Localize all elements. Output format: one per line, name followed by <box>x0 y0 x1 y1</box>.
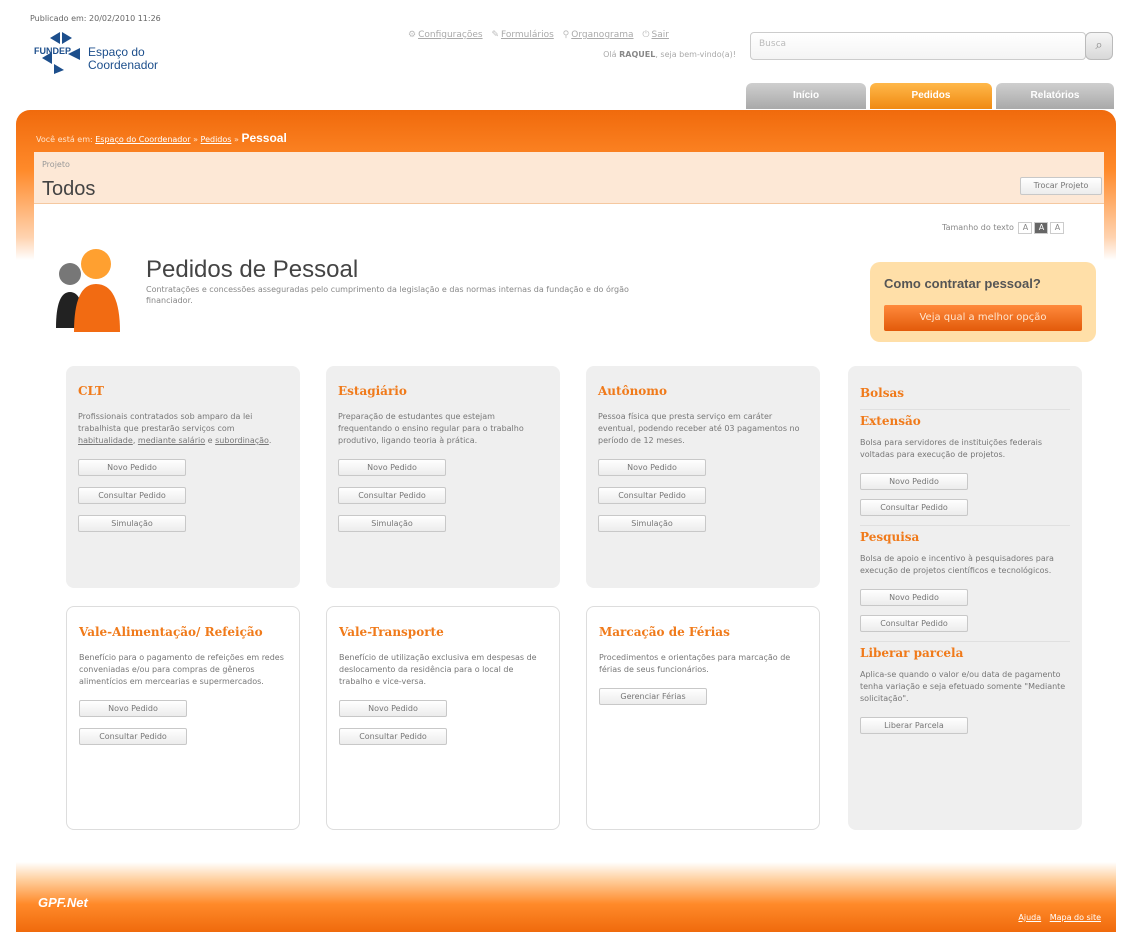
breadcrumb: Você está em: Espaço do Coordenador » Pe… <box>36 131 287 145</box>
card-vale-transporte: Vale-Transporte Benefício de utilização … <box>326 606 560 830</box>
logo-brand: FUNDEP <box>34 46 71 56</box>
link-mediante-salario[interactable]: mediante salário <box>138 436 205 445</box>
card-title: Estagiário <box>338 384 407 398</box>
footer <box>16 862 1116 932</box>
config-link[interactable]: Configurações <box>418 30 482 40</box>
simulation-button[interactable]: Simulação <box>598 515 706 532</box>
card-title: Vale-Transporte <box>339 625 444 639</box>
consult-request-button[interactable]: Consultar Pedido <box>338 487 446 504</box>
footer-links: Ajuda Mapa do site <box>1012 913 1101 922</box>
forms-link[interactable]: Formulários <box>501 30 554 40</box>
section-title: Extensão <box>860 414 921 428</box>
logo-title: Espaço do Coordenador <box>88 45 159 72</box>
simulation-button[interactable]: Simulação <box>78 515 186 532</box>
org-icon: ⚲ <box>562 30 570 40</box>
section-description: Bolsa para servidores de instituições fe… <box>860 438 1043 459</box>
consult-request-button[interactable]: Consultar Pedido <box>860 499 968 516</box>
new-request-button[interactable]: Novo Pedido <box>79 700 187 717</box>
card-marcacao-ferias: Marcação de Férias Procedimentos e orien… <box>586 606 820 830</box>
exit-link[interactable]: Sair <box>652 30 669 40</box>
section-description: Bolsa de apoio e incentivo à pesquisador… <box>860 554 1054 575</box>
breadcrumb-link-pedidos[interactable]: Pedidos <box>201 135 232 144</box>
new-request-button[interactable]: Novo Pedido <box>78 459 186 476</box>
consult-request-button[interactable]: Consultar Pedido <box>79 728 187 745</box>
card-bolsas: Bolsas Extensão Bolsa para servidores de… <box>848 366 1082 830</box>
card-autonomo: Autônomo Pessoa física que presta serviç… <box>586 366 820 588</box>
section-title: Pesquisa <box>860 530 920 544</box>
release-installment-button[interactable]: Liberar Parcela <box>860 717 968 734</box>
section-title: Liberar parcela <box>860 646 964 660</box>
published-date: Publicado em: 20/02/2010 11:26 <box>30 14 161 23</box>
text-size-small[interactable]: A <box>1018 222 1033 234</box>
top-navigation: ⚙ Configurações ✎ Formulários ⚲ Organograma… <box>408 30 748 40</box>
card-description: Preparação de estudantes que estejam fre… <box>338 412 524 445</box>
user-greeting: Olá RAQUEL, seja bem-vindo(a)! <box>603 50 736 59</box>
search-icon: ⌕ <box>1095 38 1103 53</box>
text-size-large[interactable]: A <box>1050 222 1065 234</box>
new-request-button[interactable]: Novo Pedido <box>860 473 968 490</box>
consult-request-button[interactable]: Consultar Pedido <box>78 487 186 504</box>
search-button[interactable]: ⌕ <box>1085 32 1113 60</box>
tab-pedidos[interactable]: Pedidos <box>870 83 992 109</box>
new-request-button[interactable]: Novo Pedido <box>598 459 706 476</box>
project-name: Todos <box>42 178 96 200</box>
new-request-button[interactable]: Novo Pedido <box>860 589 968 606</box>
tab-inicio[interactable]: Início <box>746 83 866 109</box>
text-size-medium[interactable]: A <box>1034 222 1049 234</box>
card-title: Marcação de Férias <box>599 625 730 639</box>
search-input[interactable]: Busca <box>750 32 1086 60</box>
text-size-control: Tamanho do texto AAA <box>942 222 1065 234</box>
forms-icon: ✎ <box>491 30 499 40</box>
card-description: Procedimentos e orientações para marcaçã… <box>599 653 791 674</box>
change-project-button[interactable]: Trocar Projeto <box>1020 177 1102 195</box>
consult-request-button[interactable]: Consultar Pedido <box>598 487 706 504</box>
consult-request-button[interactable]: Consultar Pedido <box>339 728 447 745</box>
card-title: Bolsas <box>860 386 904 400</box>
manage-vacation-button[interactable]: Gerenciar Férias <box>599 688 707 705</box>
section-extensao: Extensão Bolsa para servidores de instit… <box>860 409 1070 516</box>
card-vale-alimentacao: Vale-Alimentação/ Refeição Benefício par… <box>66 606 300 830</box>
link-habitualidade[interactable]: habitualidade <box>78 436 133 445</box>
best-option-button[interactable]: Veja qual a melhor opção <box>884 305 1082 331</box>
link-subordinacao[interactable]: subordinação <box>215 436 269 445</box>
consult-request-button[interactable]: Consultar Pedido <box>860 615 968 632</box>
card-title: Autônomo <box>598 384 668 398</box>
page-description: Contratações e concessões asseguradas pe… <box>146 285 629 305</box>
card-estagiario: Estagiário Preparação de estudantes que … <box>326 366 560 588</box>
card-description: Profissionais contratados sob amparo da … <box>78 412 272 445</box>
exit-icon: ⏻ <box>642 30 650 40</box>
config-icon: ⚙ <box>408 30 417 40</box>
project-bar <box>34 152 1104 204</box>
new-request-button[interactable]: Novo Pedido <box>338 459 446 476</box>
simulation-button[interactable]: Simulação <box>338 515 446 532</box>
page-title: Pedidos de Pessoal <box>146 256 359 283</box>
tab-relatorios[interactable]: Relatórios <box>996 83 1114 109</box>
card-title: CLT <box>78 384 104 398</box>
sitemap-link[interactable]: Mapa do site <box>1050 913 1101 922</box>
card-title: Vale-Alimentação/ Refeição <box>79 625 263 639</box>
section-pesquisa: Pesquisa Bolsa de apoio e incentivo à pe… <box>860 525 1070 632</box>
section-liberar-parcela: Liberar parcela Aplica-se quando o valor… <box>860 641 1070 734</box>
people-icon <box>56 249 120 332</box>
card-description: Benefício para o pagamento de refeições … <box>79 653 284 686</box>
project-label: Projeto <box>42 160 70 169</box>
section-description: Aplica-se quando o valor e/ou data de pa… <box>860 670 1066 703</box>
help-link[interactable]: Ajuda <box>1018 913 1041 922</box>
org-link[interactable]: Organograma <box>571 30 633 40</box>
footer-logo[interactable]: GPF.Net <box>38 895 88 910</box>
breadcrumb-link-coordenador[interactable]: Espaço do Coordenador <box>95 135 190 144</box>
card-description: Pessoa física que presta serviço em cará… <box>598 412 800 445</box>
card-description: Benefício de utilização exclusiva em des… <box>339 653 537 686</box>
new-request-button[interactable]: Novo Pedido <box>339 700 447 717</box>
card-clt: CLT Profissionais contratados sob amparo… <box>66 366 300 588</box>
hire-guide-title: Como contratar pessoal? <box>884 276 1041 291</box>
breadcrumb-current: Pessoal <box>241 131 287 145</box>
